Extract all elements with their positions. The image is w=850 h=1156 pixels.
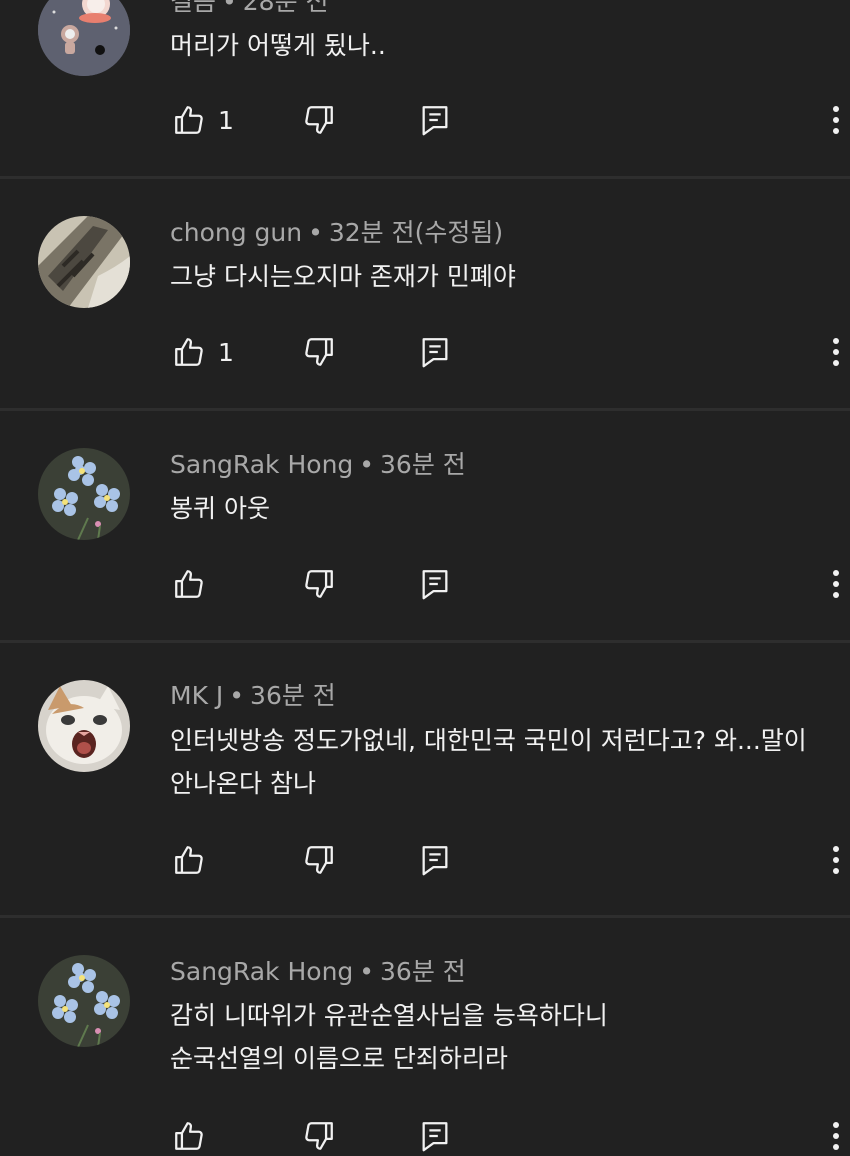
separator-dot: •: [359, 450, 375, 479]
comment-actions: 1: [0, 100, 850, 140]
dislike-button[interactable]: [302, 100, 336, 140]
more-options-button[interactable]: [824, 1116, 848, 1156]
reply-comment-icon: [422, 338, 448, 368]
like-count: 1: [218, 105, 234, 135]
avatar[interactable]: [38, 448, 130, 540]
avatar[interactable]: [38, 0, 130, 76]
avatar[interactable]: [38, 955, 130, 1047]
edited-label: (수정됨): [414, 218, 504, 247]
comment-item: 걸음 • 28분 전 머리가 어떻게 됬나.. 1: [0, 0, 850, 178]
more-options-button[interactable]: [824, 840, 848, 880]
thumbs-up-icon: [175, 570, 203, 598]
avatar[interactable]: [38, 680, 130, 772]
dislike-button[interactable]: [302, 1116, 336, 1156]
author-name[interactable]: 걸음: [170, 0, 216, 16]
comment-time: 36분 전: [380, 957, 466, 986]
author-name[interactable]: chong gun: [170, 218, 302, 247]
reply-button[interactable]: [418, 100, 452, 140]
more-options-button[interactable]: [824, 332, 848, 372]
comment-time: 36분 전: [250, 681, 336, 710]
screaming-cat-avatar-icon: [38, 680, 130, 772]
more-vertical-icon: [833, 1122, 839, 1150]
thumbs-down-icon: [305, 570, 333, 598]
author-name[interactable]: MK J: [170, 681, 223, 710]
reply-button[interactable]: [418, 564, 452, 604]
comment-meta: chong gun • 32분 전(수정됨): [170, 217, 503, 249]
thumbs-down-icon: [305, 846, 333, 874]
separator-dot: •: [229, 681, 245, 710]
more-options-button[interactable]: [824, 100, 848, 140]
thumbs-down-icon: [305, 338, 333, 366]
comment-time: 28분 전: [242, 0, 329, 16]
like-button[interactable]: [172, 840, 218, 880]
comment-text-line: 머리가 어떻게 됬나..: [170, 31, 386, 60]
reply-button[interactable]: [418, 332, 452, 372]
more-vertical-icon: [833, 106, 839, 134]
dislike-button[interactable]: [302, 564, 336, 604]
like-button[interactable]: [172, 1116, 218, 1156]
more-vertical-icon: [833, 846, 839, 874]
forget-me-not-flower-avatar-icon: [38, 955, 130, 1047]
author-name[interactable]: SangRak Hong: [170, 450, 353, 479]
separator-dot: •: [308, 218, 323, 247]
comment-text-line: 그냥 다시는오지마 존재가 민폐야: [170, 262, 516, 291]
thumbs-up-icon: [175, 338, 203, 366]
comment-time: 36분 전: [380, 450, 466, 479]
reply-comment-icon: [422, 1122, 448, 1152]
like-count: 1: [218, 337, 234, 367]
more-options-button[interactable]: [824, 564, 848, 604]
reply-button[interactable]: [418, 840, 452, 880]
comment-item: MK J • 36분 전 인터넷방송 정도가없네, 대한민국 국민이 저런다고? 와…: [0, 643, 850, 916]
thumbs-down-icon: [305, 1122, 333, 1150]
comment-meta: SangRak Hong • 36분 전: [170, 449, 466, 481]
avatar[interactable]: [38, 216, 130, 308]
author-name[interactable]: SangRak Hong: [170, 957, 353, 986]
like-button[interactable]: [172, 564, 218, 604]
texture-photo-avatar-icon: [38, 216, 130, 308]
comment-text: 감히 니따위가 유관순열사님을 능욕하다니 순국선열의 이름으로 단죄하리라: [170, 994, 608, 1080]
comment-text: 머리가 어떻게 됬나..: [170, 24, 386, 67]
like-button[interactable]: 1: [172, 100, 234, 140]
forget-me-not-flower-avatar-icon: [38, 448, 130, 540]
comment-text-line: 인터넷방송 정도가없네, 대한민국 국민이 저런다고? 와...말이: [170, 726, 807, 755]
comment-actions: [0, 1116, 850, 1156]
astronaut-cartoon-avatar-icon: [38, 0, 130, 76]
separator-dot: •: [359, 957, 375, 986]
dislike-button[interactable]: [302, 332, 336, 372]
thumbs-up-icon: [175, 1122, 203, 1150]
comment-time: 32분 전: [328, 218, 415, 247]
comment-text: 그냥 다시는오지마 존재가 민폐야: [170, 255, 516, 298]
more-vertical-icon: [833, 338, 839, 366]
comment-item: chong gun • 32분 전(수정됨) 그냥 다시는오지마 존재가 민폐야 1: [0, 179, 850, 409]
reply-comment-icon: [422, 570, 448, 600]
reply-comment-icon: [422, 106, 448, 136]
comment-actions: [0, 840, 850, 880]
comment-meta: SangRak Hong • 36분 전: [170, 956, 466, 988]
comment-text-line: 안나온다 참나: [170, 769, 316, 798]
comment-meta: MK J • 36분 전: [170, 680, 336, 712]
comment-meta: 걸음 • 28분 전: [170, 0, 329, 18]
comment-text-line: 순국선열의 이름으로 단죄하리라: [170, 1044, 508, 1073]
comment-text: 봉퀴 아웃: [170, 487, 270, 530]
reply-button[interactable]: [418, 1116, 452, 1156]
reply-comment-icon: [422, 846, 448, 876]
separator-dot: •: [222, 0, 237, 16]
thumbs-down-icon: [305, 106, 333, 134]
dislike-button[interactable]: [302, 840, 336, 880]
comment-text-line: 감히 니따위가 유관순열사님을 능욕하다니: [170, 1001, 608, 1030]
comment-item: SangRak Hong • 36분 전 감히 니따위가 유관순열사님을 능욕하다니…: [0, 918, 850, 1152]
comment-text-line: 봉퀴 아웃: [170, 494, 270, 523]
comment-text: 인터넷방송 정도가없네, 대한민국 국민이 저런다고? 와...말이 안나온다 …: [170, 719, 807, 805]
thumbs-up-icon: [175, 846, 203, 874]
like-button[interactable]: 1: [172, 332, 234, 372]
comment-actions: [0, 564, 850, 604]
comment-actions: 1: [0, 332, 850, 372]
thumbs-up-icon: [175, 106, 203, 134]
comment-item: SangRak Hong • 36분 전 봉퀴 아웃: [0, 411, 850, 640]
more-vertical-icon: [833, 570, 839, 598]
